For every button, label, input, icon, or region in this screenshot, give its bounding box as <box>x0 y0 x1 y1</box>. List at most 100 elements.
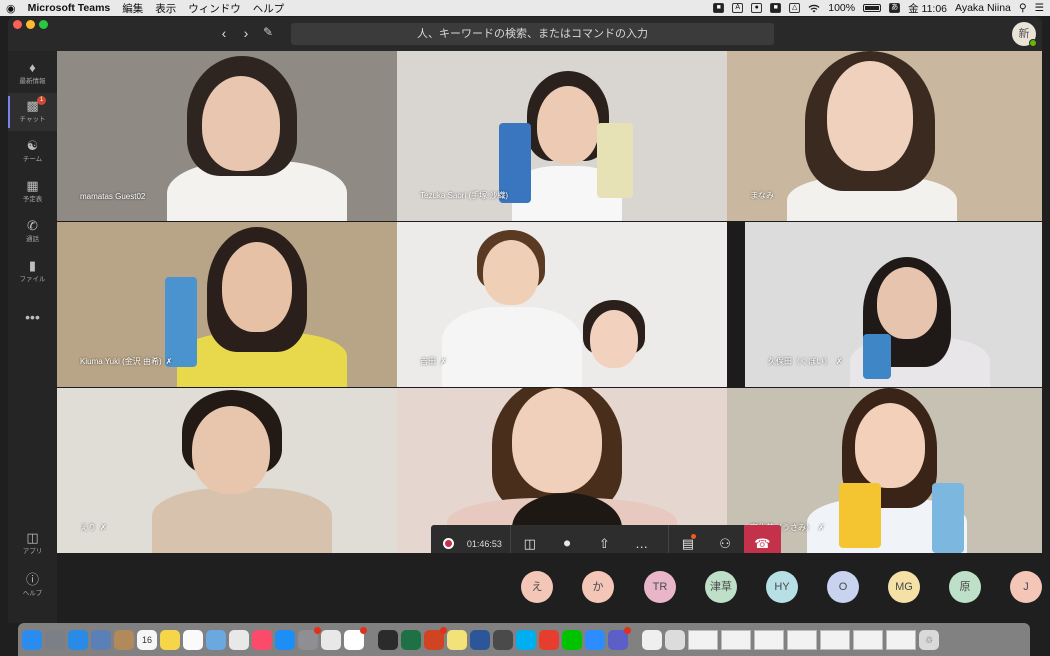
activity-monitor-icon[interactable] <box>378 629 398 650</box>
acrobat-icon[interactable] <box>539 629 559 650</box>
line-icon[interactable] <box>562 629 582 650</box>
menubar-user[interactable]: Ayaka Niina <box>955 2 1011 14</box>
reminders-icon[interactable] <box>183 629 203 650</box>
macos-menu-bar: ◉ Microsoft Teams 編集 表示 ウィンドウ ヘルプ ■ A ● … <box>0 0 1050 16</box>
dock-badge <box>624 626 631 634</box>
rail-item-chat[interactable]: ▩ 1 チャット <box>8 93 57 131</box>
rail-item-teams[interactable]: ☯ チーム <box>8 133 57 171</box>
help-icon: ⓘ <box>25 572 39 587</box>
help-viewer-icon[interactable] <box>665 629 685 650</box>
launchpad-icon[interactable] <box>45 629 65 650</box>
music-icon[interactable] <box>252 629 272 650</box>
profile-avatar-initial: 新 <box>1018 28 1030 40</box>
participant-avatar[interactable]: O <box>827 571 859 603</box>
minimized-window-thumbnail[interactable] <box>754 629 784 650</box>
hang-up-icon: ☎ <box>754 536 771 551</box>
appstore-icon[interactable] <box>275 629 295 650</box>
rail-item-label: チャット <box>19 116 46 123</box>
menubar-clock[interactable]: 金 11:06 <box>908 1 947 16</box>
tools-icon[interactable] <box>493 629 513 650</box>
teams-dock-icon[interactable] <box>608 626 631 650</box>
control-center-icon[interactable]: ☰ <box>1035 2 1044 14</box>
rail-item-files[interactable]: ▮ ファイル <box>8 253 57 291</box>
slack-icon[interactable] <box>344 626 367 650</box>
participant-avatar[interactable]: HY <box>766 571 798 603</box>
photos-app-icon[interactable] <box>206 629 226 650</box>
participant-avatar[interactable]: 原 <box>949 571 981 603</box>
minimized-window-thumbnail[interactable] <box>688 629 718 650</box>
settings-icon[interactable] <box>298 626 321 650</box>
participant-avatar[interactable]: か <box>582 571 614 603</box>
minimize-window-button[interactable] <box>26 20 35 29</box>
minimized-window-thumbnail[interactable] <box>721 629 751 650</box>
participant-name: 久保田（くぼい） ✗ <box>768 356 843 367</box>
wifi-icon[interactable] <box>808 4 820 13</box>
safari-icon[interactable] <box>68 629 88 650</box>
apple-menu-icon[interactable]: ◉ <box>6 2 16 15</box>
search-input[interactable]: 人、キーワードの検索、またはコマンドの入力 <box>291 23 774 45</box>
minimized-window-thumbnail[interactable] <box>787 629 817 650</box>
airplay-icon[interactable]: △ <box>789 3 801 13</box>
zoom-icon[interactable] <box>585 629 605 650</box>
rail-item-help[interactable]: ⓘ ヘルプ <box>8 567 57 605</box>
forward-arrow-icon[interactable]: › <box>238 25 254 41</box>
video-tile[interactable]: 久保田（くぼい） ✗ <box>745 222 1042 387</box>
minimized-window-thumbnail[interactable] <box>886 629 916 650</box>
vpn-status-icon[interactable]: A <box>732 3 744 13</box>
rail-item-apps[interactable]: ◫ アプリ <box>8 525 57 563</box>
participant-face <box>877 267 937 339</box>
video-tile[interactable]: mamatas Guest02 <box>57 51 397 221</box>
finder-icon[interactable] <box>22 629 42 650</box>
stickies-icon[interactable] <box>447 629 467 650</box>
participant-name-text: Kiuma Yuki (金沢 由希) <box>80 357 162 366</box>
video-tile[interactable]: えり ✗ <box>57 388 397 553</box>
back-arrow-icon[interactable]: ‹ <box>216 25 232 41</box>
notes-icon[interactable] <box>160 629 180 650</box>
chrome-icon[interactable] <box>321 629 341 650</box>
skype-icon[interactable] <box>516 629 536 650</box>
word-icon[interactable] <box>470 629 490 650</box>
menu-help[interactable]: ヘルプ <box>253 1 285 16</box>
profile-avatar[interactable]: 新 <box>1012 22 1037 47</box>
zoom-window-button[interactable] <box>39 20 48 29</box>
participant-avatar[interactable]: TR <box>644 571 676 603</box>
participant-avatar[interactable]: 津草 <box>705 571 737 603</box>
powerpoint-icon[interactable] <box>424 626 447 650</box>
rail-item-activity[interactable]: ♦ 最新情報 <box>8 55 57 93</box>
contacts-icon[interactable] <box>114 629 134 650</box>
excel-icon[interactable] <box>401 629 421 650</box>
participant-avatar[interactable]: MG <box>888 571 920 603</box>
file-icon: ▮ <box>28 258 37 273</box>
spotlight-icon[interactable]: ⚲ <box>1019 2 1027 14</box>
video-tile[interactable]: 吉田 ✗ <box>397 222 727 387</box>
mic-off-icon: ✗ <box>818 523 825 532</box>
itunes-icon[interactable] <box>229 629 249 650</box>
menu-window[interactable]: ウィンドウ <box>188 1 241 16</box>
compose-icon[interactable]: ✎ <box>263 25 273 39</box>
camera-off-icon: ◫ <box>523 536 536 551</box>
minimized-window-thumbnail[interactable] <box>853 629 883 650</box>
app-menu[interactable]: Microsoft Teams <box>28 2 111 14</box>
input-method-icon[interactable]: あ <box>889 3 901 13</box>
keyboard-status-icon[interactable]: ■ <box>770 3 782 13</box>
participant-avatar[interactable]: え <box>521 571 553 603</box>
video-tile[interactable]: Kiuma Yuki (金沢 由希) ✗ <box>57 222 397 387</box>
screen-record-icon[interactable]: ● <box>751 3 763 13</box>
menu-edit[interactable]: 編集 <box>122 1 143 16</box>
participant-avatar[interactable]: J <box>1010 571 1042 603</box>
video-tile[interactable]: まなみ <box>727 51 1042 221</box>
menu-view[interactable]: 表示 <box>155 1 176 16</box>
battery-icon[interactable] <box>863 4 882 12</box>
rail-item-calendar[interactable]: ▦ 予定表 <box>8 173 57 211</box>
camera-status-icon[interactable]: ■ <box>713 3 725 13</box>
participant-face <box>537 86 599 164</box>
calendar-icon[interactable]: 16 <box>137 629 157 650</box>
rail-item-calls[interactable]: ✆ 通話 <box>8 213 57 251</box>
close-window-button[interactable] <box>13 20 22 29</box>
photo-preview-icon[interactable] <box>91 629 111 650</box>
textedit-icon[interactable] <box>642 629 662 650</box>
more-apps-icon[interactable]: ••• <box>8 309 57 325</box>
video-tile[interactable]: Tezuka Saori (手塚 沙織) <box>397 51 727 221</box>
trash-icon[interactable]: ♲ <box>919 629 939 650</box>
minimized-window-thumbnail[interactable] <box>820 629 850 650</box>
